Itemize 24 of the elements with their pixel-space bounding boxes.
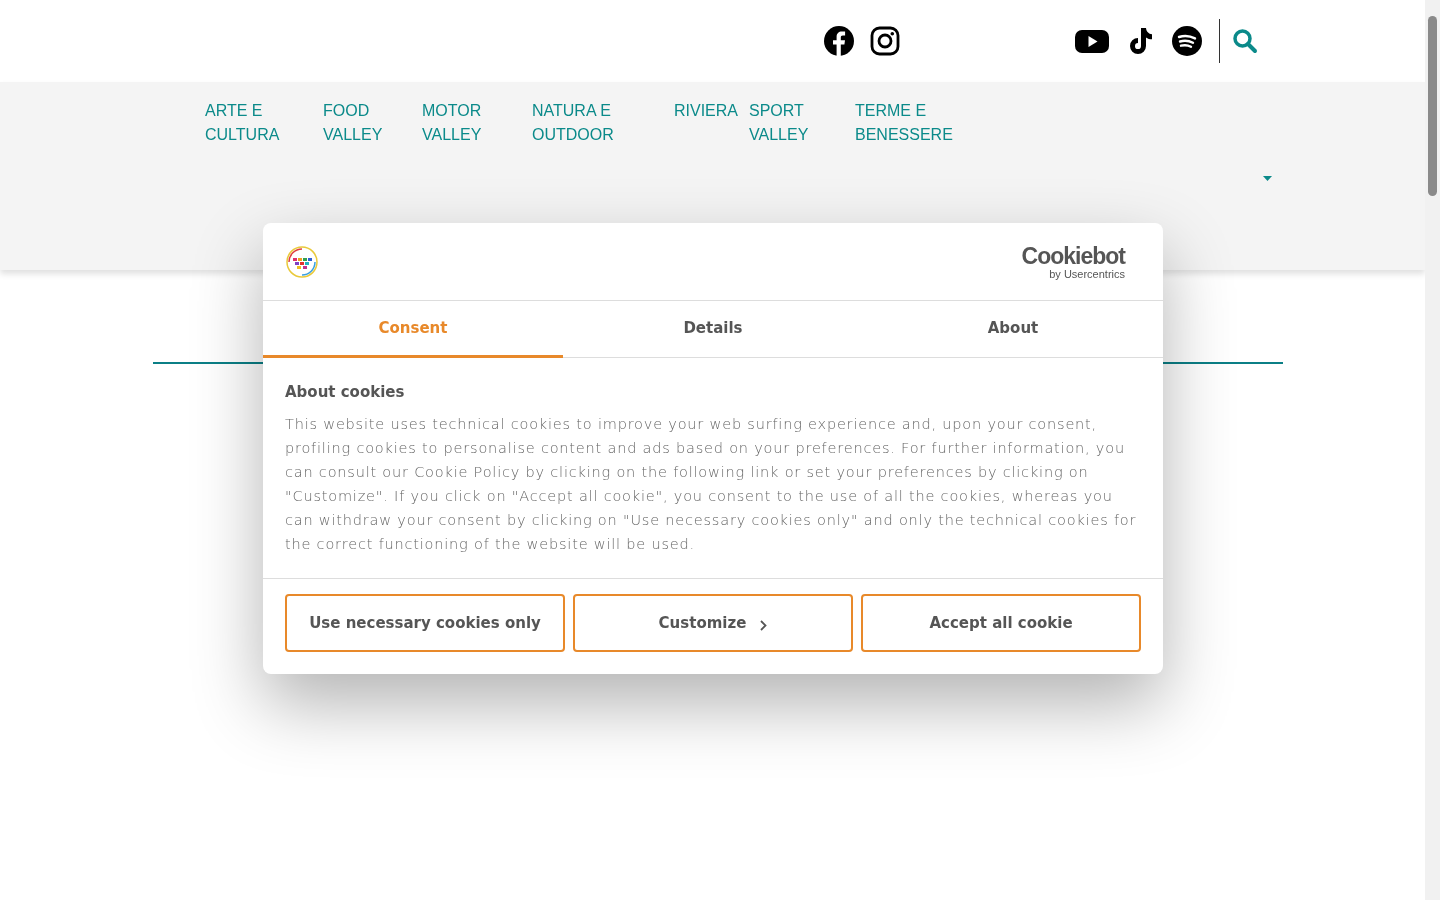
consent-button[interactable]: Customize (573, 594, 853, 652)
spotify-icon[interactable] (1171, 25, 1203, 57)
tab[interactable]: About (863, 301, 1163, 358)
nav-link[interactable]: RIVIERA (674, 99, 749, 147)
facebook-icon[interactable] (823, 25, 855, 57)
logo-icon (285, 244, 319, 279)
nav-link[interactable]: FOOD VALLEY (323, 99, 422, 147)
nav-link[interactable]: TERME E BENESSERE (855, 99, 955, 147)
cookie-description: This website uses technical cookies to improve your web surfing experience and, upon your consent, profiling cookies to personalise content and ads based on your preferences. For further information, you can consult our Cookie Policy by clicking on the following link or set your preferences by clicking on "Customize". If you click on "Accept all cookie", you consent to the use of all the cookies, whereas you can withdraw your consent by clicking on "Use necessary cookies only" and only the technical cookies for the correct functioning of the website will be used. (285, 415, 1138, 554)
brand-logo: Cookiebot (1021, 243, 1125, 268)
consent-button[interactable]: Accept all cookie (861, 594, 1141, 652)
section-heading: About cookies (285, 382, 406, 402)
nav-link[interactable]: MOTOR VALLEY (422, 99, 532, 147)
nav-link[interactable]: ARTE E CULTURA (205, 99, 323, 147)
tab[interactable]: Details (563, 301, 863, 358)
tab[interactable]: Consent (263, 301, 563, 358)
brand-tagline: by Usercentrics (1049, 267, 1125, 280)
consent-button[interactable]: Use necessary cookies only (285, 594, 565, 652)
caret-icon[interactable] (1263, 176, 1272, 181)
scrollbar[interactable] (1425, 0, 1440, 900)
nav-link[interactable]: NATURA E OUTDOOR (532, 99, 674, 147)
instagram-icon[interactable] (869, 25, 901, 57)
search-icon[interactable] (1232, 28, 1258, 54)
nav-link[interactable]: SPORT VALLEY (749, 99, 855, 147)
